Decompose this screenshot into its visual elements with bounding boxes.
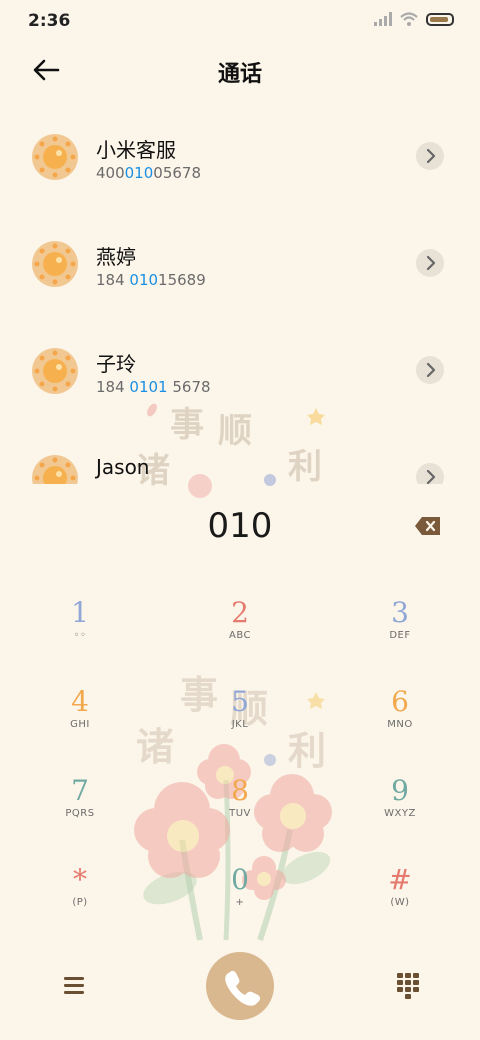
- key-digit: 6: [391, 685, 409, 718]
- key-digit: 7: [71, 774, 89, 807]
- key-digit: 1: [71, 596, 89, 629]
- chevron-right-icon: [426, 148, 436, 164]
- key-letters: +: [235, 897, 245, 908]
- avatar: [32, 455, 78, 484]
- key-digit: 5: [231, 685, 249, 718]
- key-5[interactable]: 5 JKL: [180, 677, 300, 757]
- chevron-right-icon: [426, 362, 436, 378]
- key-letters: TUV: [229, 808, 251, 819]
- contact-name: 燕婷: [96, 245, 136, 269]
- contact-number: 184 01015689: [96, 271, 206, 289]
- key-digit: 9: [391, 774, 409, 807]
- status-bar: 2:36: [0, 0, 480, 40]
- key-0[interactable]: 0 +: [180, 855, 300, 935]
- key-digit: #: [388, 863, 412, 896]
- key-star[interactable]: * (P): [20, 855, 140, 935]
- contact-number: 40001005678: [96, 164, 201, 182]
- key-letters: ABC: [228, 630, 251, 641]
- key-letters: WXYZ: [384, 808, 416, 819]
- avatar: [32, 241, 78, 287]
- key-3[interactable]: 3 DEF: [340, 588, 460, 668]
- contact-number: 184 0101 5678: [96, 378, 211, 396]
- key-letters: GHI: [70, 719, 90, 730]
- contact-name: Jason: [96, 455, 150, 479]
- key-4[interactable]: 4 GHI: [20, 677, 140, 757]
- key-7[interactable]: 7 PQRS: [20, 766, 140, 846]
- key-letters: PQRS: [65, 808, 95, 819]
- key-8[interactable]: 8 TUV: [180, 766, 300, 846]
- key-9[interactable]: 9 WXYZ: [340, 766, 460, 846]
- call-button[interactable]: [206, 952, 274, 1020]
- contact-row[interactable]: Jason: [0, 429, 480, 484]
- key-1[interactable]: 1 ◦◦: [20, 588, 140, 668]
- key-digit: 4: [71, 685, 89, 718]
- contact-row[interactable]: 燕婷 184 01015689: [0, 215, 480, 315]
- sun-avatar-icon: [34, 350, 76, 392]
- contact-detail-button[interactable]: [416, 142, 444, 170]
- dialed-number: 010: [207, 506, 273, 546]
- status-icons: [374, 12, 454, 26]
- battery-icon: [426, 12, 454, 26]
- menu-button[interactable]: [62, 974, 86, 996]
- dialpad-icon: [397, 973, 419, 999]
- backspace-button[interactable]: [414, 515, 442, 537]
- key-digit: 8: [231, 774, 249, 807]
- key-letters: MNO: [387, 719, 413, 730]
- contact-detail-button[interactable]: [416, 356, 444, 384]
- sun-avatar-icon: [34, 136, 76, 178]
- keypad: 1 ◦◦ 2 ABC 3 DEF 4 GHI 5 JKL 6 MNO 7 PQRS 8 TUV …: [0, 588, 480, 944]
- key-digit: 0: [231, 863, 249, 896]
- voicemail-icon: ◦◦: [73, 630, 87, 641]
- contact-name: 小米客服: [96, 138, 176, 162]
- key-6[interactable]: 6 MNO: [340, 677, 460, 757]
- key-hash[interactable]: # (W): [340, 855, 460, 935]
- chevron-right-icon: [426, 255, 436, 271]
- status-time: 2:36: [28, 11, 71, 31]
- phone-icon: [225, 970, 261, 1006]
- avatar: [32, 348, 78, 394]
- contact-list[interactable]: 小米客服 40001005678 燕婷 184 01015689 子玲 184 …: [0, 108, 480, 484]
- menu-icon: [64, 977, 84, 994]
- key-digit: 2: [231, 596, 249, 629]
- dialpad-toggle-button[interactable]: [396, 972, 420, 1000]
- key-letters: DEF: [389, 630, 411, 641]
- key-digit: 3: [391, 596, 409, 629]
- contact-detail-button[interactable]: [416, 249, 444, 277]
- contact-name: 子玲: [96, 352, 136, 376]
- sun-avatar-icon: [34, 243, 76, 285]
- sun-avatar-icon: [34, 457, 76, 484]
- signal-icon: [374, 12, 392, 26]
- key-2[interactable]: 2 ABC: [180, 588, 300, 668]
- wifi-icon: [400, 12, 418, 26]
- backspace-icon: [415, 517, 440, 535]
- contact-row[interactable]: 子玲 184 0101 5678: [0, 322, 480, 422]
- key-letters: (W): [390, 897, 410, 908]
- contact-row[interactable]: 小米客服 40001005678: [0, 108, 480, 208]
- bottom-bar: [0, 950, 480, 1022]
- contact-detail-button[interactable]: [416, 463, 444, 484]
- page-title: 通话: [217, 62, 262, 87]
- key-letters: (P): [72, 897, 88, 908]
- key-letters: JKL: [231, 719, 249, 730]
- avatar: [32, 134, 78, 180]
- key-digit: *: [73, 863, 87, 896]
- header: 通话: [0, 48, 480, 92]
- chevron-right-icon: [426, 469, 436, 484]
